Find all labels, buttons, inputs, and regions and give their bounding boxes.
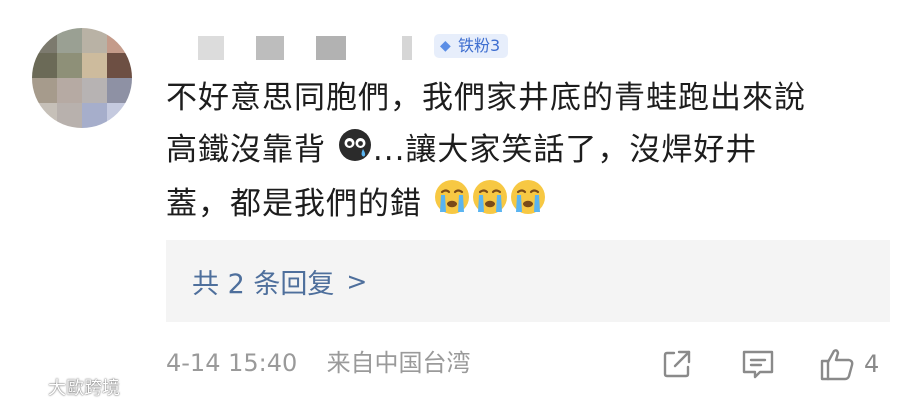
comment-location: 来自中国台湾: [326, 349, 471, 377]
comment-icon: [740, 347, 776, 381]
sweat-cry-emoji: [338, 126, 372, 178]
comment-line-3: ...讓大家笑話了，沒焊好井: [372, 132, 758, 168]
comment-line-2: 高鐵沒靠背 ...讓大家笑話了，沒焊好井: [166, 124, 866, 178]
replies-label: 共 2 条回复: [192, 268, 335, 300]
crying-emoji: [510, 179, 546, 231]
chevron-right-icon: >: [346, 266, 368, 296]
fan-level-badge: ◆ 铁粉3: [434, 34, 509, 58]
watermark-text: 大歐跨境: [48, 378, 120, 399]
comment-reply-button[interactable]: [740, 344, 776, 384]
comment-actions: 4: [660, 344, 896, 384]
diamond-icon: ◆: [440, 38, 451, 54]
fan-badge-label: 铁粉3: [458, 36, 501, 55]
thumbs-up-icon: [818, 346, 856, 382]
crying-emoji: [434, 179, 470, 231]
avatar[interactable]: [32, 28, 132, 128]
username-redacted[interactable]: [198, 36, 428, 62]
comment-line-4-wrap: 蓋，都是我們的錯: [166, 178, 866, 232]
comment-time: 15:40: [228, 349, 298, 377]
comment-line-1: 不好意思同胞們，我們家井底的青蛙跑出來說: [166, 80, 806, 116]
watermark-logo-icon: [10, 376, 44, 399]
comment-date: 4-14: [166, 349, 221, 377]
comment-text: 不好意思同胞們，我們家井底的青蛙跑出來說 高鐵沒靠背 ...讓大家笑話了，沒焊好…: [166, 72, 866, 231]
comment-line-2-text: 高鐵沒靠背: [166, 132, 326, 168]
watermark: 大歐跨境: [10, 374, 120, 400]
view-replies-button[interactable]: 共 2 条回复 >: [166, 240, 890, 322]
like-button[interactable]: 4: [818, 344, 879, 384]
comment-line-4: 蓋，都是我們的錯: [166, 185, 422, 222]
like-count: 4: [864, 350, 880, 378]
share-icon: [660, 347, 694, 381]
comment-meta: 4-14 15:40 来自中国台湾: [166, 347, 471, 379]
crying-emoji: [472, 179, 508, 231]
share-button[interactable]: [660, 344, 694, 384]
comment-card: ◆ 铁粉3 不好意思同胞們，我們家井底的青蛙跑出來說 高鐵沒靠背 ...讓大家笑…: [0, 0, 900, 403]
